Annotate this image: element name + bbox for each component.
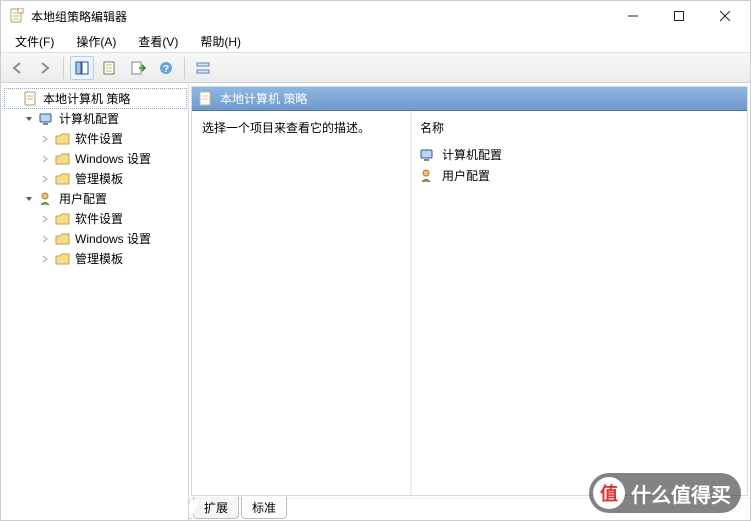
right-header-title: 本地计算机 策略: [220, 90, 307, 107]
chevron-right-icon[interactable]: [39, 213, 51, 225]
chevron-down-icon[interactable]: [23, 193, 35, 205]
menu-action[interactable]: 操作(A): [68, 31, 124, 52]
tree-windows-settings[interactable]: Windows 设置: [37, 229, 186, 248]
tree-label: 管理模板: [75, 170, 123, 187]
forward-button[interactable]: [33, 56, 57, 80]
tree-label: 管理模板: [75, 250, 123, 267]
tree-admin-templates[interactable]: 管理模板: [37, 249, 186, 268]
chevron-down-icon[interactable]: [23, 113, 35, 125]
tree-software-settings[interactable]: 软件设置: [37, 209, 186, 228]
tree-label: 软件设置: [75, 210, 123, 227]
tree-label: 用户配置: [59, 190, 107, 207]
list-item-computer[interactable]: 计算机配置: [420, 144, 739, 165]
tree-software-settings[interactable]: 软件设置: [37, 129, 186, 148]
tree-label: 本地计算机 策略: [43, 90, 130, 107]
export-list-button[interactable]: [126, 56, 150, 80]
description-text: 选择一个项目来查看它的描述。: [202, 121, 370, 135]
tree-user-config[interactable]: 用户配置: [21, 189, 186, 208]
titlebar: 本地组策略编辑器: [1, 1, 750, 31]
menubar: 文件(F) 操作(A) 查看(V) 帮助(H): [1, 31, 750, 53]
maximize-button[interactable]: [656, 1, 702, 31]
content-area: 本地计算机 策略 计算机配置 软件设置 Windows 设置: [1, 83, 750, 520]
description-column: 选择一个项目来查看它的描述。: [192, 111, 412, 495]
filter-button[interactable]: [191, 56, 215, 80]
chevron-right-icon[interactable]: [39, 233, 51, 245]
toolbar-separator: [184, 57, 185, 79]
tree-computer-config[interactable]: 计算机配置: [21, 109, 186, 128]
list-column: 名称 计算机配置 用户配置: [412, 111, 747, 495]
properties-button[interactable]: [98, 56, 122, 80]
chevron-right-icon[interactable]: [39, 133, 51, 145]
menu-help[interactable]: 帮助(H): [192, 31, 249, 52]
help-button[interactable]: ?: [154, 56, 178, 80]
window: 本地组策略编辑器 文件(F) 操作(A) 查看(V) 帮助(H): [0, 0, 751, 521]
minimize-button[interactable]: [610, 1, 656, 31]
app-icon: [9, 8, 25, 24]
menu-file[interactable]: 文件(F): [7, 31, 62, 52]
right-header: 本地计算机 策略: [192, 87, 747, 111]
list-item-user[interactable]: 用户配置: [420, 165, 739, 186]
right-inner: 本地计算机 策略 选择一个项目来查看它的描述。 名称 计算机配置: [191, 86, 748, 496]
show-hide-tree-button[interactable]: [70, 56, 94, 80]
tab-standard[interactable]: 标准: [241, 497, 287, 519]
tree-windows-settings[interactable]: Windows 设置: [37, 149, 186, 168]
tree-admin-templates[interactable]: 管理模板: [37, 169, 186, 188]
window-title: 本地组策略编辑器: [31, 8, 127, 25]
tab-extended[interactable]: 扩展: [193, 497, 239, 519]
tab-strip: 扩展 标准: [189, 498, 750, 520]
chevron-right-icon[interactable]: [39, 173, 51, 185]
chevron-right-icon[interactable]: [39, 253, 51, 265]
toolbar-separator: [63, 57, 64, 79]
right-pane: 本地计算机 策略 选择一个项目来查看它的描述。 名称 计算机配置: [189, 84, 750, 520]
close-button[interactable]: [702, 1, 748, 31]
tree-label: Windows 设置: [75, 150, 151, 167]
back-button[interactable]: [5, 56, 29, 80]
tree-label: Windows 设置: [75, 230, 151, 247]
list-item-label: 计算机配置: [442, 146, 502, 163]
tree-label: 计算机配置: [59, 110, 119, 127]
expander-icon: [7, 93, 19, 105]
tree-root[interactable]: 本地计算机 策略: [5, 89, 186, 108]
right-body: 选择一个项目来查看它的描述。 名称 计算机配置 用户配置: [192, 111, 747, 495]
tree-pane[interactable]: 本地计算机 策略 计算机配置 软件设置 Windows 设置: [1, 84, 189, 520]
menu-view[interactable]: 查看(V): [130, 31, 186, 52]
list-item-label: 用户配置: [442, 167, 490, 184]
toolbar: ?: [1, 53, 750, 83]
svg-text:?: ?: [163, 64, 169, 75]
tree-label: 软件设置: [75, 130, 123, 147]
column-header-name[interactable]: 名称: [420, 117, 739, 144]
chevron-right-icon[interactable]: [39, 153, 51, 165]
